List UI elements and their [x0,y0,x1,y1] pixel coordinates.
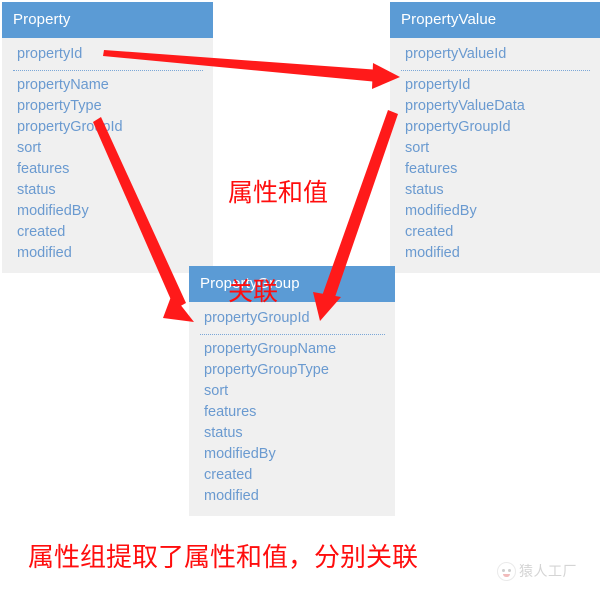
field-property-7: created [17,224,66,240]
field-property-6: modifiedBy [17,203,89,219]
field-property-group-3: features [204,404,257,420]
entity-header-property: Property [2,2,213,38]
field-property-group-7: modified [204,488,259,504]
field-property-value-8: modified [405,245,460,261]
field-property-value-4: features [405,161,458,177]
field-property-value-5: status [405,182,444,198]
annotation-middle-line-1: 属性和值 [228,178,329,207]
primary-key-divider [401,70,590,71]
field-property-3: sort [17,140,42,156]
field-property-8: modified [17,245,72,261]
watermark-logo-icon [497,562,516,581]
field-property-0: propertyName [17,77,109,93]
entity-table-property-value[interactable]: PropertyValue propertyValueId propertyId… [390,2,600,273]
field-property-value-primary-key: propertyValueId [405,46,507,62]
primary-key-divider [13,70,203,71]
field-property-1: propertyType [17,98,102,114]
watermark: 猿人工厂 [497,562,577,581]
annotation-middle-line-2: 关联 [228,277,279,306]
annotation-property-value-relation: 属性和值 关联 [228,110,328,374]
field-property-5: status [17,182,56,198]
entity-header-property-value: PropertyValue [390,2,600,38]
field-property-group-5: modifiedBy [204,446,276,462]
field-property-value-3: sort [405,140,430,156]
field-property-2: propertyGroupId [17,119,123,135]
watermark-text: 猿人工厂 [519,563,577,580]
annotation-property-group-summary: 属性组提取了属性和值，分别关联 [28,543,419,573]
field-property-value-2: propertyGroupId [405,119,511,135]
field-property-value-7: created [405,224,454,240]
field-property-value-0: propertyId [405,77,471,93]
field-property-4: features [17,161,70,177]
entity-table-property[interactable]: Property propertyId propertyName propert… [2,2,213,273]
entity-body-property: propertyId propertyName propertyType pro… [2,38,213,273]
entity-body-property-value: propertyValueId propertyId propertyValue… [390,38,600,273]
field-property-primary-key: propertyId [17,46,83,62]
field-property-value-1: propertyValueData [405,98,525,114]
field-property-group-4: status [204,425,243,441]
field-property-group-2: sort [204,383,229,399]
field-property-group-6: created [204,467,253,483]
diagram-canvas: Property propertyId propertyName propert… [0,0,600,600]
field-property-value-6: modifiedBy [405,203,477,219]
